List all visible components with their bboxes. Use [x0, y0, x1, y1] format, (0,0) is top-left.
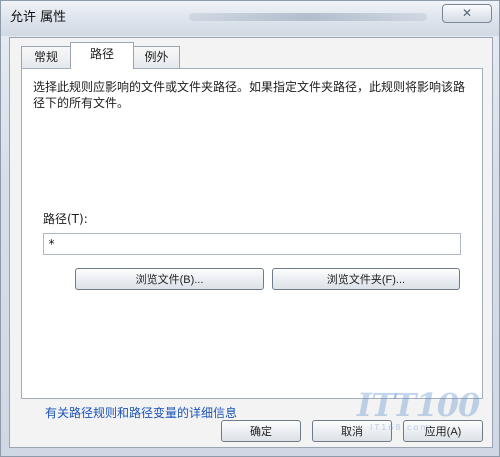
dialog-body: 常规 路径 例外 选择此规则应影响的文件或文件夹路径。如果指定文件夹路径，此规则… — [9, 37, 493, 448]
path-label: 路径(T): — [43, 212, 88, 226]
close-button[interactable]: ✕ — [442, 4, 492, 23]
title-bar: 允许 属性 ✕ — [1, 1, 499, 36]
browse-folder-button[interactable]: 浏览文件夹(F)... — [272, 268, 460, 290]
browse-file-button[interactable]: 浏览文件(B)... — [75, 268, 264, 290]
tab-exceptions[interactable]: 例外 — [133, 46, 180, 68]
window-title: 允许 属性 — [10, 10, 67, 25]
path-description: 选择此规则应影响的文件或文件夹路径。如果指定文件夹路径，此规则将影响该路径下的所… — [33, 80, 466, 110]
path-tab-panel: 选择此规则应影响的文件或文件夹路径。如果指定文件夹路径，此规则将影响该路径下的所… — [21, 68, 483, 420]
ok-button[interactable]: 确定 — [221, 420, 301, 442]
path-input[interactable] — [43, 233, 461, 255]
tab-general[interactable]: 常规 — [21, 46, 71, 68]
cancel-button[interactable]: 取消 — [312, 420, 392, 442]
help-link[interactable]: 有关路径规则和路径变量的详细信息 — [45, 406, 237, 420]
apply-button[interactable]: 应用(A) — [403, 420, 483, 442]
properties-window: 允许 属性 ✕ 常规 路径 例外 选择此规则应影响的文件或文件夹路径。如果指定文… — [0, 0, 500, 457]
tab-path[interactable]: 路径 — [70, 42, 134, 69]
close-icon: ✕ — [461, 6, 473, 20]
blurred-title-area — [189, 13, 427, 21]
